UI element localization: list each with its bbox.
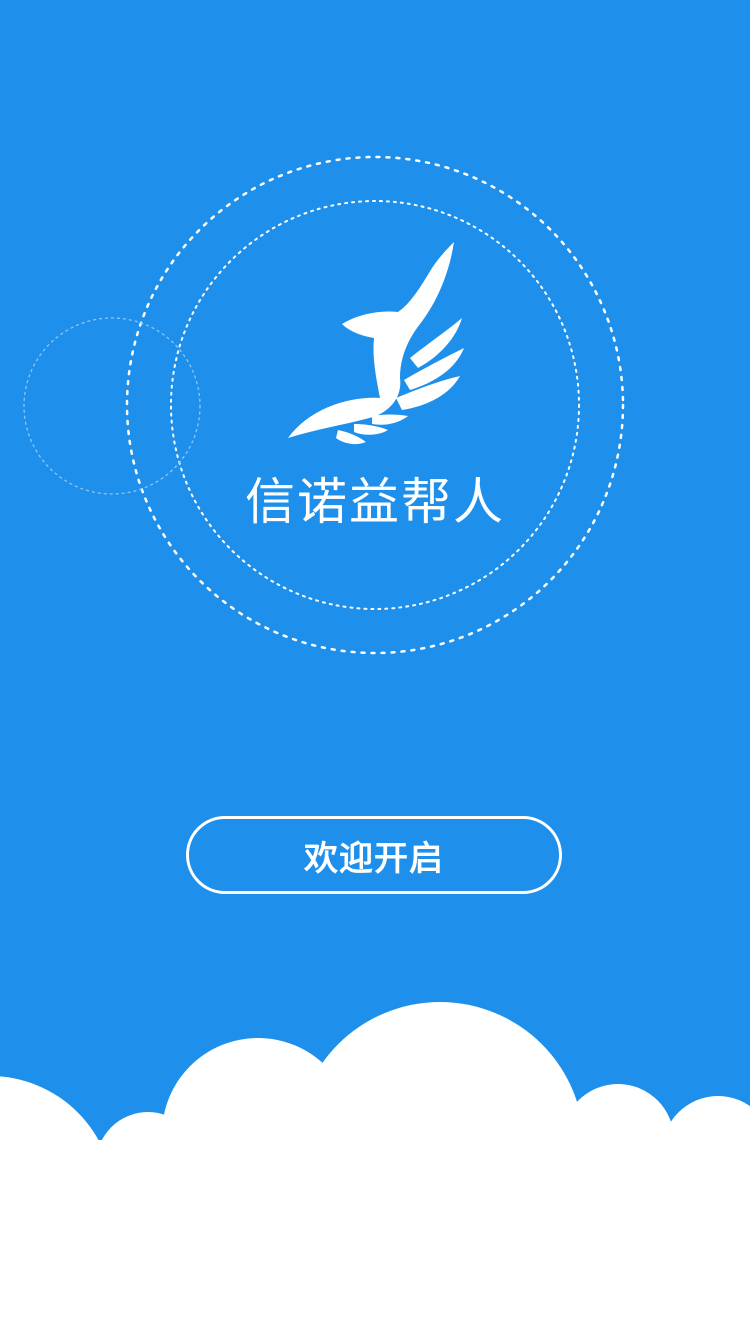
welcome-start-button[interactable]: 欢迎开启 bbox=[186, 816, 562, 894]
cloud-decoration-icon bbox=[0, 1002, 750, 1334]
app-title: 信诺益帮人 bbox=[245, 473, 505, 531]
eagle-wing-logo-icon bbox=[288, 242, 464, 445]
splash-screen: 信诺益帮人 欢迎开启 bbox=[0, 0, 750, 1334]
